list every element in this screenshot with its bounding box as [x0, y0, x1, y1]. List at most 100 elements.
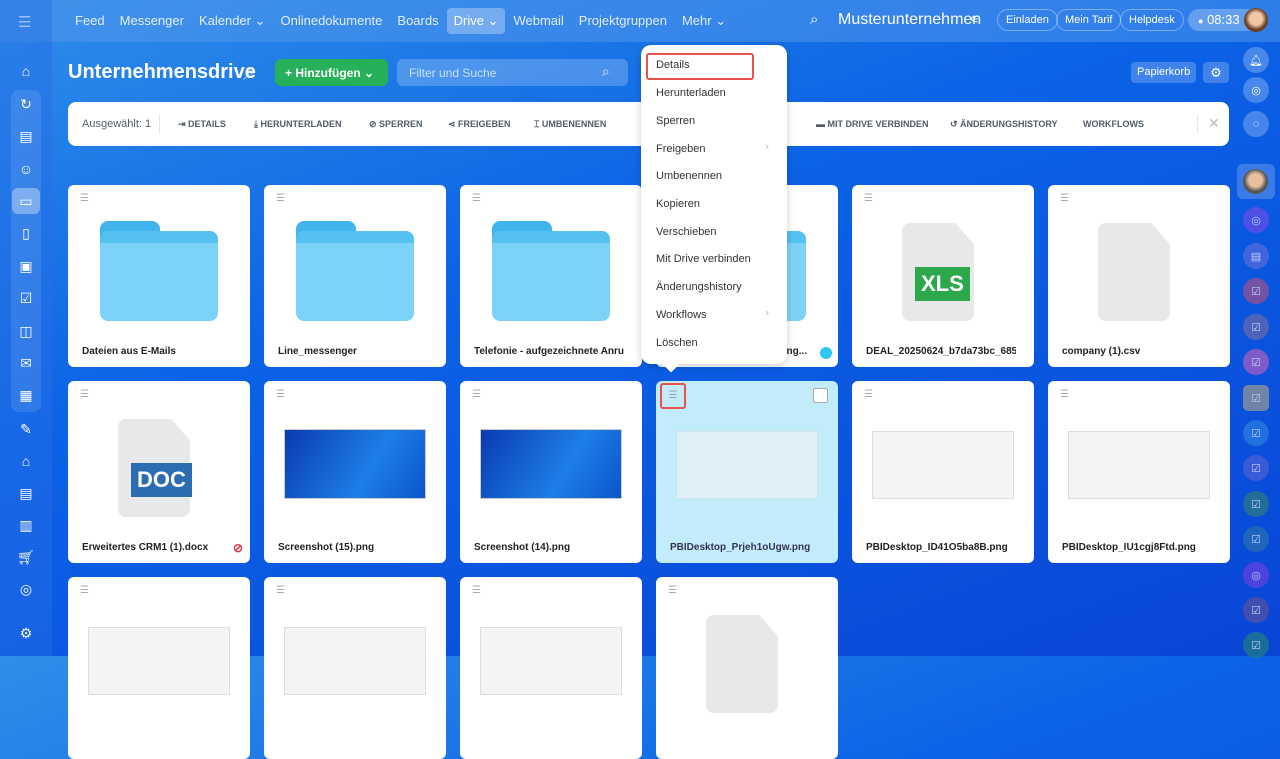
nav-drive[interactable]: Drive ⌄ — [446, 8, 506, 34]
search-input[interactable] — [397, 59, 628, 86]
drag-handle-icon[interactable]: ☰ — [472, 193, 482, 204]
bell-icon[interactable]: 🔔︎ — [1243, 47, 1269, 73]
file-card-selected[interactable]: ☰ PBIDesktop_Prjeh1oUgw.png — [656, 381, 838, 563]
drag-handle-icon[interactable]: ☰ — [472, 389, 482, 400]
file-card[interactable]: ☰ — [656, 577, 838, 759]
file-card[interactable]: ☰ XLS DEAL_20250624_b7da73bc_685... — [852, 185, 1034, 367]
drag-handle-icon[interactable]: ☰ — [472, 585, 482, 596]
drag-handle-icon[interactable]: ☰ — [864, 389, 874, 400]
chat-icon[interactable]: ◫ — [12, 318, 40, 344]
file-card[interactable]: ☰ DOC Erweitertes CRM1 (1).docx ⊘ — [68, 381, 250, 563]
menu-item-rename[interactable]: Umbenennen — [656, 170, 722, 182]
task-chat-icon[interactable]: ☑ — [1243, 526, 1269, 552]
download-action[interactable]: ⤓ HERUNTERLADEN — [254, 119, 341, 130]
menu-item-details[interactable]: Details — [656, 59, 690, 71]
drag-handle-icon[interactable]: ☰ — [276, 585, 286, 596]
drag-handle-icon[interactable]: ☰ — [1060, 193, 1070, 204]
menu-item-connect-drive[interactable]: Mit Drive verbinden — [656, 253, 751, 265]
add-button[interactable]: + Hinzufügen ⌄ — [275, 59, 388, 86]
nav-boards[interactable]: Boards — [390, 8, 445, 34]
file-card[interactable]: ☰ Screenshot (14).png — [460, 381, 642, 563]
drag-handle-icon[interactable]: ☰ — [1060, 389, 1070, 400]
file-card[interactable]: ☰ — [460, 577, 642, 759]
copilot-chat-icon[interactable]: ◎ — [1243, 207, 1269, 233]
lock-action[interactable]: ⊘ SPERREN — [369, 119, 423, 130]
nav-feed[interactable]: Feed — [68, 8, 112, 34]
menu-item-download[interactable]: Herunterladen — [656, 87, 726, 99]
close-icon[interactable]: ✕ — [1208, 115, 1220, 132]
nav-docs[interactable]: Onlinedokumente — [274, 8, 390, 34]
sign-icon[interactable]: ✎ — [12, 416, 40, 442]
tasks-icon[interactable]: ☑ — [12, 285, 40, 311]
nav-groups[interactable]: Projektgruppen — [572, 8, 674, 34]
drag-handle-icon[interactable]: ☰ — [276, 389, 286, 400]
task-chat-icon[interactable]: ☑ — [1243, 491, 1269, 517]
settings-icon[interactable]: ⚙ — [1203, 62, 1229, 83]
nav-webmail[interactable]: Webmail — [506, 8, 570, 34]
details-action[interactable]: ⇥ DETAILS — [178, 119, 226, 130]
select-checkbox[interactable] — [813, 388, 828, 403]
copilot-icon[interactable]: ◎ — [1243, 77, 1269, 103]
file-card[interactable]: ☰ — [68, 577, 250, 759]
trash-button[interactable]: Papierkorb — [1131, 62, 1197, 83]
task-chat-icon[interactable]: ☑ — [1243, 597, 1269, 623]
menu-item-delete[interactable]: Löschen — [656, 337, 698, 349]
file-card[interactable]: ☰ Screenshot (15).png — [264, 381, 446, 563]
folder-card[interactable]: ☰ Telefonie - aufgezeichnete Anrufe — [460, 185, 642, 367]
drag-handle-icon[interactable]: ☰ — [660, 383, 686, 409]
copilot-chat-icon[interactable]: ◎ — [1243, 562, 1269, 588]
menu-item-copy[interactable]: Kopieren — [656, 198, 700, 210]
analytics-icon[interactable]: ▥ — [12, 512, 40, 538]
contact-card-icon[interactable]: ▤ — [12, 480, 40, 506]
folder-card[interactable]: ☰ Dateien aus E-Mails — [68, 185, 250, 367]
contact-chat-icon[interactable]: ▤ — [1243, 243, 1269, 269]
nav-calendar[interactable]: Kalender ⌄ — [192, 8, 273, 34]
invite-button[interactable]: Einladen — [997, 9, 1058, 31]
settings-icon[interactable]: ⚙ — [12, 620, 40, 646]
drag-handle-icon[interactable]: ☰ — [80, 585, 90, 596]
menu-item-share[interactable]: Freigeben — [656, 143, 706, 155]
drag-handle-icon[interactable]: ☰ — [864, 193, 874, 204]
file-card[interactable]: ☰ company (1).csv — [1048, 185, 1230, 367]
search-icon[interactable]: ⌕ — [602, 63, 610, 80]
avatar[interactable] — [1244, 8, 1268, 32]
drag-handle-icon[interactable]: ☰ — [80, 193, 90, 204]
task-chat-icon[interactable]: ☑ — [1243, 632, 1269, 658]
support-icon[interactable]: ◌ — [1243, 111, 1269, 137]
document-icon[interactable]: ▯ — [12, 220, 40, 246]
connect-drive-action[interactable]: ▬ MIT DRIVE VERBINDEN — [816, 119, 929, 129]
drag-handle-icon[interactable]: ☰ — [668, 585, 678, 596]
folder-card[interactable]: ☰ Line_messenger — [264, 185, 446, 367]
users-icon[interactable]: ☺ — [12, 156, 40, 182]
history-action[interactable]: ↺ ÄNDERUNGSHISTORY — [950, 119, 1058, 130]
file-card[interactable]: ☰ PBIDesktop_IU1cgj8Ftd.png — [1048, 381, 1230, 563]
drive-icon[interactable]: ▭ — [12, 188, 40, 214]
tariff-button[interactable]: Mein Tarif — [1056, 9, 1122, 31]
mail-icon[interactable]: ✉ — [12, 350, 40, 376]
nav-messenger[interactable]: Messenger — [113, 8, 191, 34]
company-name[interactable]: Musterunternehmen — [838, 11, 981, 29]
task-chat-icon[interactable]: ☑ — [1243, 314, 1269, 340]
chat-contact[interactable] — [1237, 164, 1275, 199]
menu-item-move[interactable]: Verschieben — [656, 226, 717, 238]
news-icon[interactable]: ▤ — [12, 123, 40, 149]
task-chat-icon[interactable]: ☑ — [1243, 420, 1269, 446]
rename-action[interactable]: ⌶ UMBENENNEN — [534, 119, 606, 130]
home-icon[interactable]: ⌂ — [12, 58, 40, 84]
task-chat-icon[interactable]: ☑ — [1243, 278, 1269, 304]
search-icon[interactable]: ⌕ — [810, 11, 818, 28]
drag-handle-icon[interactable]: ☰ — [80, 389, 90, 400]
cart-icon[interactable]: 🛒︎ — [12, 544, 40, 570]
share-action[interactable]: ⋖ FREIGEBEN — [448, 119, 511, 130]
helpdesk-button[interactable]: Helpdesk — [1120, 9, 1184, 31]
target-icon[interactable]: ◎ — [12, 576, 40, 602]
file-card[interactable]: ☰ PBIDesktop_ID41O5ba8B.png — [852, 381, 1034, 563]
workflows-action[interactable]: WORKFLOWS — [1083, 119, 1144, 129]
nav-more[interactable]: Mehr ⌄ — [675, 8, 733, 34]
file-card[interactable]: ☰ — [264, 577, 446, 759]
calendar-icon[interactable]: ▦ — [12, 382, 40, 408]
task-chat-icon[interactable]: ☑ — [1243, 455, 1269, 481]
pin-icon[interactable]: 📌︎ — [242, 68, 256, 81]
menu-item-workflows[interactable]: Workflows — [656, 309, 707, 321]
presentation-icon[interactable]: ▣ — [12, 253, 40, 279]
